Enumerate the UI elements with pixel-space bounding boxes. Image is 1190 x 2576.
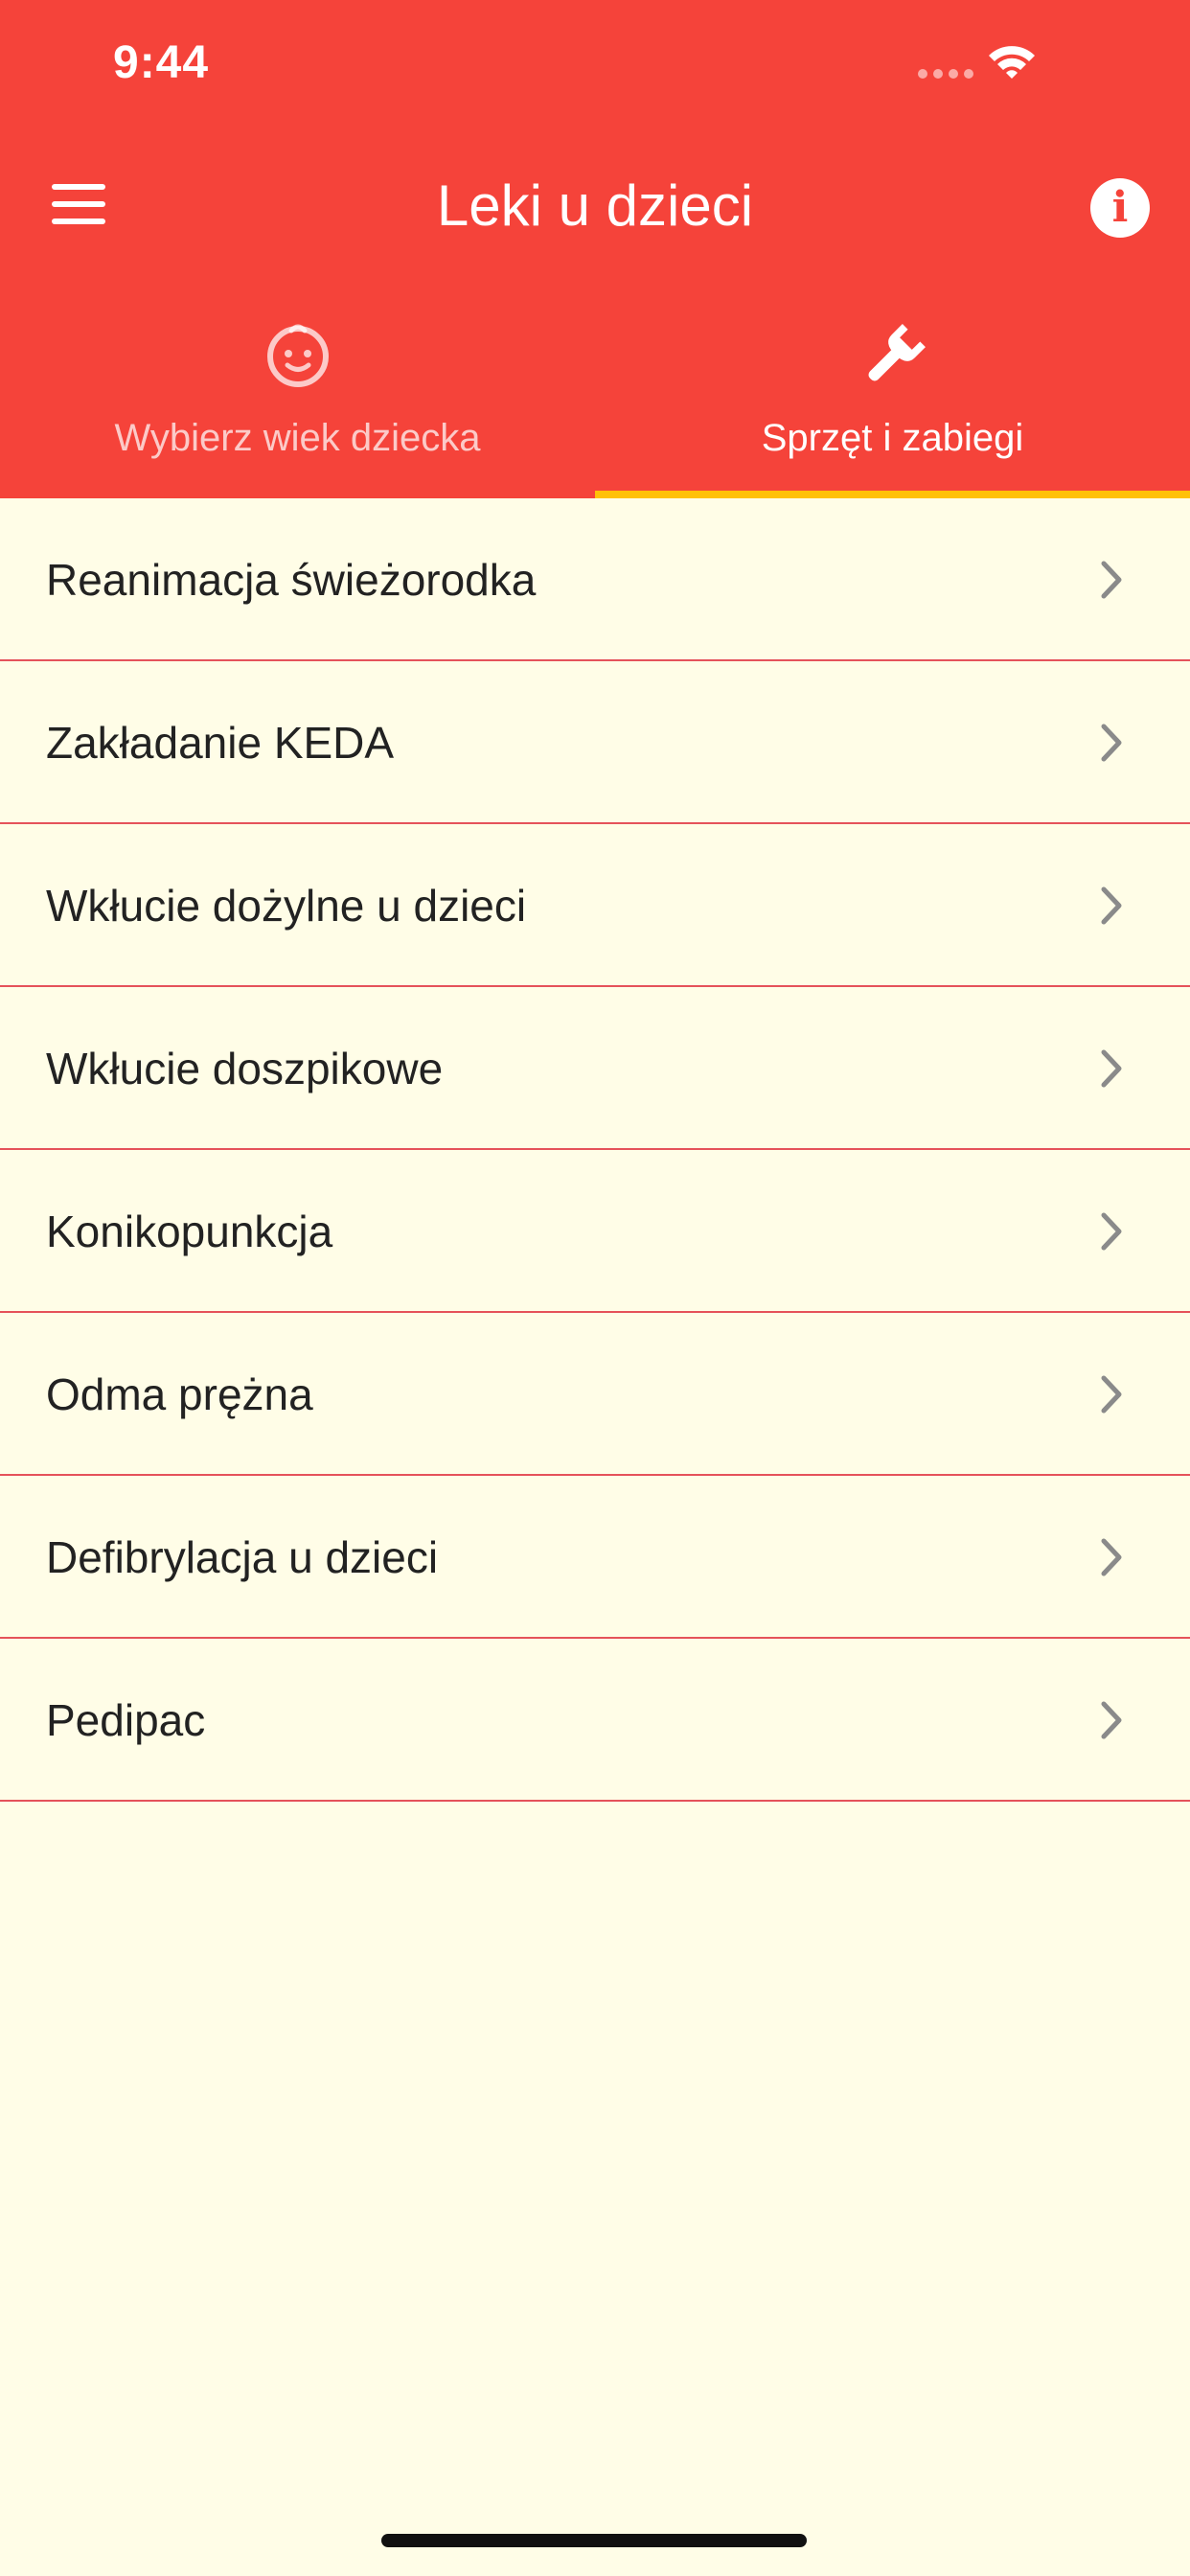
tab-bar: Wybierz wiek dziecka Sprzęt i zabiegi — [0, 307, 1190, 498]
app-title: Leki u dzieci — [436, 173, 754, 238]
wifi-icon — [989, 46, 1035, 79]
tab-label: Sprzęt i zabiegi — [761, 417, 1024, 459]
procedure-list: Reanimacja świeżorodka Zakładanie KEDA W… — [0, 498, 1190, 1802]
app-bar: Leki u dzieci i — [0, 153, 1190, 259]
tab-equipment-procedures[interactable]: Sprzęt i zabiegi — [595, 307, 1190, 498]
list-item[interactable]: Wkłucie doszpikowe — [0, 987, 1190, 1150]
list-item-label: Pedipac — [46, 1695, 206, 1745]
list-item-label: Reanimacja świeżorodka — [46, 555, 537, 605]
list-item[interactable]: Reanimacja świeżorodka — [0, 498, 1190, 661]
chevron-right-icon — [1101, 1538, 1122, 1576]
tab-label: Wybierz wiek dziecka — [114, 417, 481, 459]
chevron-right-icon — [1101, 1375, 1122, 1414]
status-time: 9:44 — [113, 37, 210, 88]
list-item-label: Konikopunkcja — [46, 1207, 333, 1256]
list-item-label: Defibrylacja u dzieci — [46, 1532, 439, 1582]
app-header: 9:44 Leki u dzieci i Wybierz wiek dzieck… — [0, 0, 1190, 498]
list-item[interactable]: Defibrylacja u dzieci — [0, 1476, 1190, 1639]
chevron-right-icon — [1101, 886, 1122, 925]
tab-age-selection[interactable]: Wybierz wiek dziecka — [0, 307, 595, 498]
chevron-right-icon — [1101, 561, 1122, 599]
list-item-label: Odma prężna — [46, 1369, 313, 1419]
list-item[interactable]: Odma prężna — [0, 1313, 1190, 1476]
list-item[interactable]: Pedipac — [0, 1639, 1190, 1802]
list-item-label: Wkłucie dożylne u dzieci — [46, 881, 527, 931]
active-tab-indicator — [595, 491, 1190, 498]
chevron-right-icon — [1101, 1212, 1122, 1251]
list-item[interactable]: Wkłucie dożylne u dzieci — [0, 824, 1190, 987]
list-item[interactable]: Konikopunkcja — [0, 1150, 1190, 1313]
info-icon[interactable]: i — [1090, 178, 1150, 238]
chevron-right-icon — [1101, 1701, 1122, 1739]
list-item[interactable]: Zakładanie KEDA — [0, 661, 1190, 824]
home-indicator[interactable] — [381, 2534, 807, 2547]
baby-face-icon — [266, 324, 329, 387]
list-item-label: Wkłucie doszpikowe — [46, 1044, 444, 1093]
wrench-icon — [867, 324, 926, 381]
cellular-signal-icon — [918, 69, 973, 79]
chevron-right-icon — [1101, 724, 1122, 762]
status-bar: 9:44 — [0, 0, 1190, 134]
list-item-label: Zakładanie KEDA — [46, 718, 395, 768]
chevron-right-icon — [1101, 1049, 1122, 1088]
